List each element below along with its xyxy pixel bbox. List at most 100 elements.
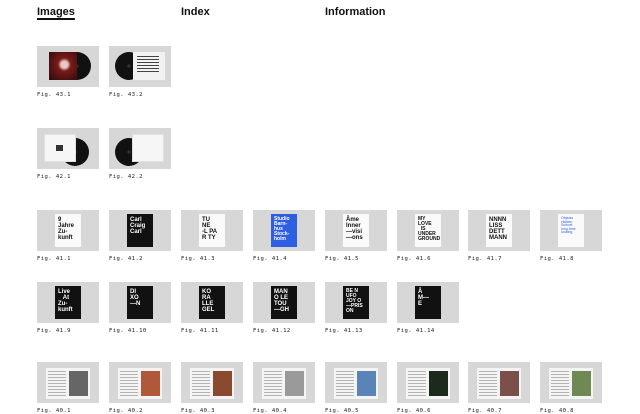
figure-caption: Fig. 41.8 [540,256,574,262]
figure-thumbnail[interactable]: TU NE -L PA R TY [181,210,243,251]
poster-title: Objects Hidden Schrott long time looking [561,216,576,235]
figure-thumbnail[interactable] [540,362,602,403]
figure-caption: Fig. 41.1 [37,256,71,262]
poster-image: BE N UFO JOY O —PRIS ON [343,286,369,319]
figure-thumbnail[interactable]: Â M— E [397,282,459,323]
poster-title: Âme Inner —visi —ons [346,217,363,241]
figure-thumbnail[interactable] [37,362,99,403]
figure-caption: Fig. 40.2 [109,408,143,414]
poster-image: MY LOVE IS UNDER GROUND [415,214,441,247]
figure-caption: Fig. 41.9 [37,328,71,334]
text-column [408,371,426,396]
text-column [192,371,210,396]
figure-caption: Fig. 42.1 [37,174,71,180]
figure-thumbnail[interactable]: Âme Inner —visi —ons [325,210,387,251]
figure-caption: Fig. 41.2 [109,256,143,262]
book-spread-image [262,368,306,399]
poster-image: Âme Inner —visi —ons [343,214,369,247]
figure-thumbnail[interactable] [325,362,387,403]
poster-image: Studio Barn- hus Stock- holm [271,214,297,247]
figure-thumbnail[interactable]: MAN O LE TOU —GH [253,282,315,323]
figure-thumbnail[interactable] [37,128,99,169]
figure-thumbnail[interactable]: DI XO —N [109,282,171,323]
text-column [479,371,497,396]
figure-caption: Fig. 41.3 [181,256,215,262]
figure-caption: Fig. 40.8 [540,408,574,414]
figure-thumbnail[interactable] [37,46,99,87]
poster-image: TU NE -L PA R TY [199,214,225,247]
figure-caption: Fig. 41.14 [397,328,435,334]
poster-image: 9 Jahre Zu- kunft [55,214,81,247]
figure-caption: Fig. 41.13 [325,328,363,334]
nav-link-index[interactable]: Index [181,6,210,18]
figure-caption: Fig. 43.1 [37,92,71,98]
text-column [551,371,569,396]
figure-thumbnail[interactable] [109,128,171,169]
figure-thumbnail[interactable] [468,362,530,403]
photo-image [429,371,448,396]
nav-link-images[interactable]: Images [37,6,75,18]
figure-thumbnail[interactable] [253,362,315,403]
poster-image: DI XO —N [127,286,153,319]
figure-caption: Fig. 41.6 [397,256,431,262]
poster-image: Â M— E [415,286,441,319]
figure-caption: Fig. 40.4 [253,408,287,414]
poster-title: Carl Craig Carl [130,217,146,235]
figure-caption: Fig. 40.7 [468,408,502,414]
figure-thumbnail[interactable]: 9 Jahre Zu- kunft [37,210,99,251]
text-column [264,371,282,396]
photo-image [572,371,591,396]
poster-image: Carl Craig Carl [127,214,153,247]
nav-link-information[interactable]: Information [325,6,386,18]
book-spread-image [477,368,521,399]
figure-caption: Fig. 41.5 [325,256,359,262]
record-sleeve-image [49,52,77,80]
photo-image [285,371,304,396]
poster-image: Live At Zu- kunft [55,286,81,319]
photo-image [357,371,376,396]
record-sleeve-image [133,52,165,80]
figure-caption: Fig. 41.12 [253,328,291,334]
book-spread-image [118,368,162,399]
poster-title: Â M— E [418,289,429,307]
figure-caption: Fig. 40.1 [37,408,71,414]
figure-caption: Fig. 41.4 [253,256,287,262]
figure-caption: Fig. 41.7 [468,256,502,262]
poster-title: NNNN LISS DETT MANN [489,217,507,241]
figure-thumbnail[interactable]: MY LOVE IS UNDER GROUND [397,210,459,251]
figure-caption: Fig. 43.2 [109,92,143,98]
poster-title: MAN O LE TOU —GH [274,289,289,313]
figure-thumbnail[interactable] [181,362,243,403]
figure-thumbnail[interactable] [109,362,171,403]
figure-thumbnail[interactable]: NNNN LISS DETT MANN [468,210,530,251]
figure-thumbnail[interactable]: Carl Craig Carl [109,210,171,251]
poster-title: 9 Jahre Zu- kunft [58,217,75,241]
figure-thumbnail[interactable] [397,362,459,403]
poster-title: Studio Barn- hus Stock- holm [274,216,290,242]
poster-title: MY LOVE IS UNDER GROUND [418,216,441,242]
figure-caption: Fig. 41.11 [181,328,219,334]
poster-image: KO RA LLE GEL [199,286,225,319]
figure-caption: Fig. 40.5 [325,408,359,414]
poster-title: DI XO —N [130,289,141,307]
figure-caption: Fig. 40.3 [181,408,215,414]
figure-thumbnail[interactable]: Objects Hidden Schrott long time looking [540,210,602,251]
book-spread-image [549,368,593,399]
figure-thumbnail[interactable] [109,46,171,87]
figure-thumbnail[interactable]: Live At Zu- kunft [37,282,99,323]
record-sleeve-image [45,135,75,161]
figure-thumbnail[interactable]: KO RA LLE GEL [181,282,243,323]
figure-caption: Fig. 42.2 [109,174,143,180]
poster-title: TU NE -L PA R TY [202,217,218,241]
figure-caption: Fig. 40.6 [397,408,431,414]
photo-image [69,371,88,396]
figure-thumbnail[interactable]: BE N UFO JOY O —PRIS ON [325,282,387,323]
poster-image: NNNN LISS DETT MANN [486,214,512,247]
record-sleeve-image [133,135,163,161]
figure-thumbnail[interactable]: Studio Barn- hus Stock- holm [253,210,315,251]
poster-title: BE N UFO JOY O —PRIS ON [346,288,363,314]
book-spread-image [334,368,378,399]
poster-title: Live At Zu- kunft [58,289,73,313]
book-spread-image [46,368,90,399]
poster-title: KO RA LLE GEL [202,289,215,313]
